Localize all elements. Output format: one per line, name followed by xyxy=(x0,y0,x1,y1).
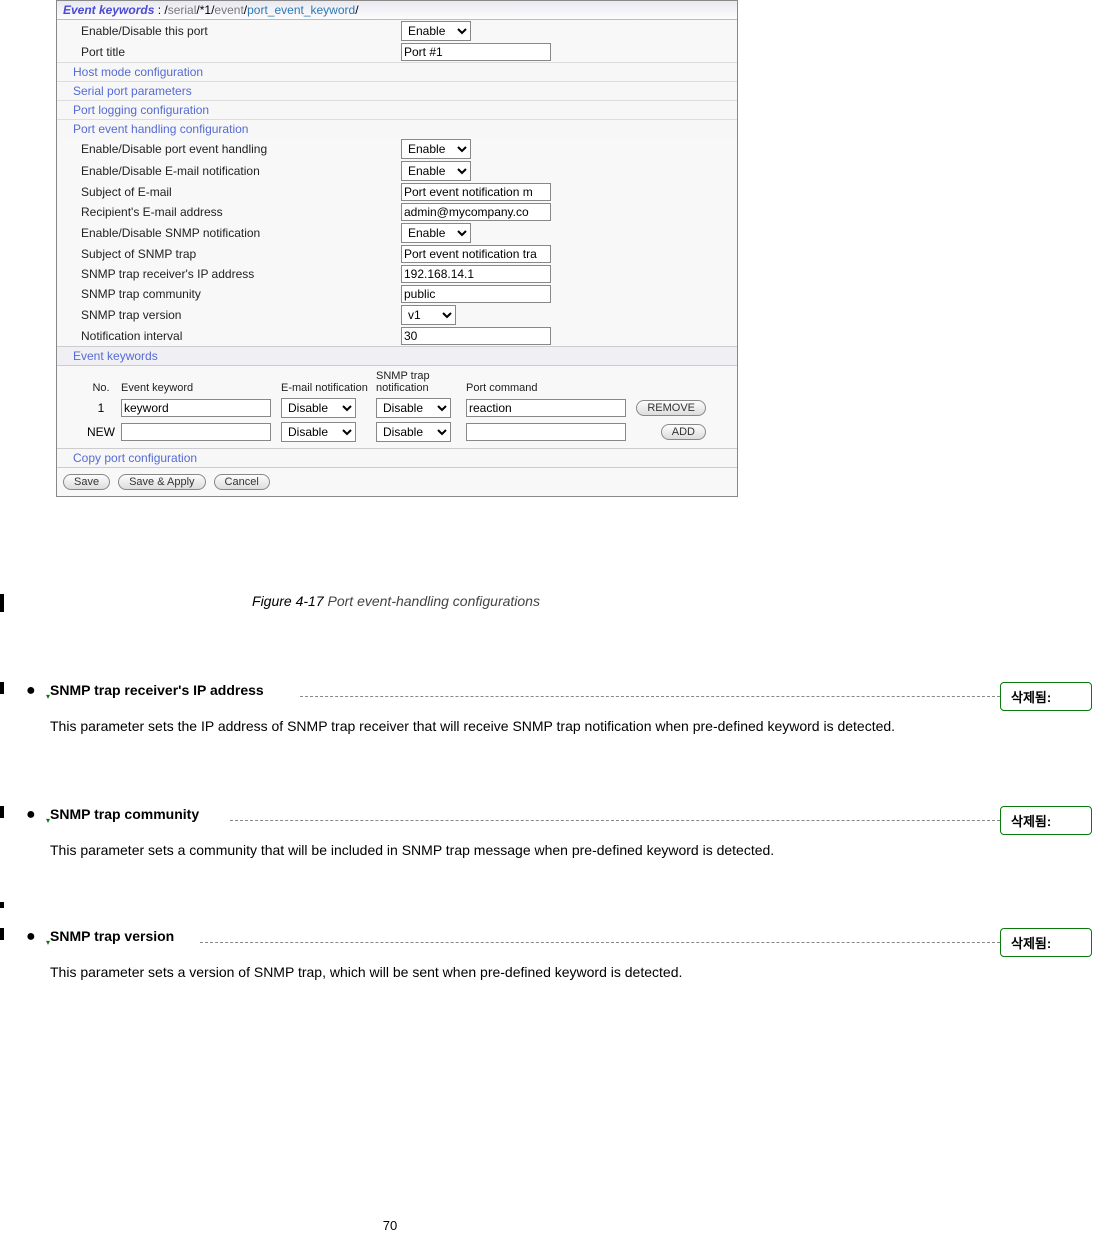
label: Subject of E-mail xyxy=(81,185,401,199)
row-port-title: Port title xyxy=(57,42,737,62)
kw-row-1: 1 Disable Disable REMOVE xyxy=(57,394,737,418)
row-event-handling: Enable/Disable port event handling Enabl… xyxy=(57,138,737,160)
row-no: 1 xyxy=(81,401,121,415)
event-handling-select[interactable]: Enable xyxy=(401,139,471,159)
row-email-subject: Subject of E-mail xyxy=(57,182,737,202)
col-email: E-mail notification xyxy=(281,382,376,394)
revision-bubble: 삭제됨: xyxy=(1000,806,1092,835)
label: Enable/Disable E-mail notification xyxy=(81,164,401,178)
link-copy-port[interactable]: Copy port configuration xyxy=(57,448,737,467)
kw-snmp-select-new[interactable]: Disable xyxy=(376,422,451,442)
kw-snmp-select[interactable]: Disable xyxy=(376,398,451,418)
row-snmp-enable: Enable/Disable SNMP notification Enable xyxy=(57,222,737,244)
figure-caption: Figure 4-17 Port event-handling configur… xyxy=(56,593,736,609)
figure-title: Port event-handling configurations xyxy=(328,593,540,609)
revision-bubble: 삭제됨: xyxy=(1000,682,1092,711)
page-number: 70 xyxy=(0,1218,780,1233)
save-button[interactable]: Save xyxy=(63,474,110,490)
row-snmp-ip: SNMP trap receiver's IP address xyxy=(57,264,737,284)
revision-bar xyxy=(0,682,4,694)
snmp-version-select[interactable]: v1 xyxy=(401,305,456,325)
snmp-ip-input[interactable] xyxy=(401,265,551,283)
event-keywords-header: Event keywords xyxy=(57,346,737,366)
col-no: No. xyxy=(81,382,121,394)
col-cmd: Port command xyxy=(466,382,636,394)
port-title-input[interactable] xyxy=(401,43,551,61)
save-apply-button[interactable]: Save & Apply xyxy=(118,474,205,490)
email-enable-select[interactable]: Enable xyxy=(401,161,471,181)
kw-input[interactable] xyxy=(121,399,271,417)
figure-number: Figure 4-17 xyxy=(252,593,327,609)
bullet-title: SNMP trap community xyxy=(50,806,199,822)
row-enable-port: Enable/Disable this port Enable xyxy=(57,20,737,42)
bullet-title: SNMP trap receiver's IP address xyxy=(50,682,264,698)
revision-bar xyxy=(0,902,4,908)
email-subject-input[interactable] xyxy=(401,183,551,201)
kw-table-header: No. Event keyword E-mail notification SN… xyxy=(57,366,737,394)
kw-cmd-input-new[interactable] xyxy=(466,423,626,441)
bullet-body: This parameter sets the IP address of SN… xyxy=(50,712,920,741)
row-snmp-subject: Subject of SNMP trap xyxy=(57,244,737,264)
bullet-title: SNMP trap version xyxy=(50,928,174,944)
add-button[interactable]: ADD xyxy=(661,424,706,440)
label: Recipient's E-mail address xyxy=(81,205,401,219)
bullet-body: This parameter sets a community that wil… xyxy=(50,836,920,865)
revision-bubble: 삭제됨: xyxy=(1000,928,1092,957)
row-email-recipient: Recipient's E-mail address xyxy=(57,202,737,222)
snmp-community-input[interactable] xyxy=(401,285,551,303)
kw-email-select[interactable]: Disable xyxy=(281,398,356,418)
revision-connector xyxy=(300,696,1000,697)
revision-connector xyxy=(230,820,1000,821)
row-snmp-community: SNMP trap community xyxy=(57,284,737,304)
label: Enable/Disable this port xyxy=(81,24,401,38)
revision-bar xyxy=(0,806,4,818)
row-no: NEW xyxy=(81,425,121,439)
row-notification-interval: Notification interval xyxy=(57,326,737,346)
remove-button[interactable]: REMOVE xyxy=(636,400,706,416)
config-panel: Event keywords : /serial/*1/event/port_e… xyxy=(56,0,738,497)
link-host-mode[interactable]: Host mode configuration xyxy=(57,62,737,81)
kw-input-new[interactable] xyxy=(121,423,271,441)
label: SNMP trap receiver's IP address xyxy=(81,267,401,281)
label: Port title xyxy=(81,45,401,59)
snmp-subject-input[interactable] xyxy=(401,245,551,263)
footer-buttons: Save Save & Apply Cancel xyxy=(57,467,737,496)
link-port-event[interactable]: Port event handling configuration xyxy=(57,119,737,138)
col-keyword: Event keyword xyxy=(121,382,281,394)
label: SNMP trap community xyxy=(81,287,401,301)
document-page: Event keywords : /serial/*1/event/port_e… xyxy=(0,0,1106,1249)
revision-bar xyxy=(0,594,4,612)
label: Notification interval xyxy=(81,329,401,343)
bullet-icon: ● xyxy=(26,928,36,946)
bullet-body: This parameter sets a version of SNMP tr… xyxy=(50,958,920,987)
link-port-logging[interactable]: Port logging configuration xyxy=(57,100,737,119)
label: Subject of SNMP trap xyxy=(81,247,401,261)
enable-port-select[interactable]: Enable xyxy=(401,21,471,41)
row-snmp-version: SNMP trap version v1 xyxy=(57,304,737,326)
snmp-enable-select[interactable]: Enable xyxy=(401,223,471,243)
kw-cmd-input[interactable] xyxy=(466,399,626,417)
cancel-button[interactable]: Cancel xyxy=(214,474,270,490)
email-recipient-input[interactable] xyxy=(401,203,551,221)
row-email-enable: Enable/Disable E-mail notification Enabl… xyxy=(57,160,737,182)
notif-interval-input[interactable] xyxy=(401,327,551,345)
link-serial-params[interactable]: Serial port parameters xyxy=(57,81,737,100)
kw-row-new: NEW Disable Disable ADD xyxy=(57,418,737,448)
kw-email-select-new[interactable]: Disable xyxy=(281,422,356,442)
bullet-icon: ● xyxy=(26,806,36,824)
label: Enable/Disable port event handling xyxy=(81,142,401,156)
bullet-icon: ● xyxy=(26,682,36,700)
revision-connector xyxy=(200,942,1000,943)
label: Enable/Disable SNMP notification xyxy=(81,226,401,240)
panel-title: Event keywords xyxy=(63,3,154,17)
revision-bar xyxy=(0,928,4,940)
col-snmp: SNMP trap notification xyxy=(376,370,466,394)
breadcrumb: Event keywords : /serial/*1/event/port_e… xyxy=(57,1,737,20)
label: SNMP trap version xyxy=(81,308,401,322)
